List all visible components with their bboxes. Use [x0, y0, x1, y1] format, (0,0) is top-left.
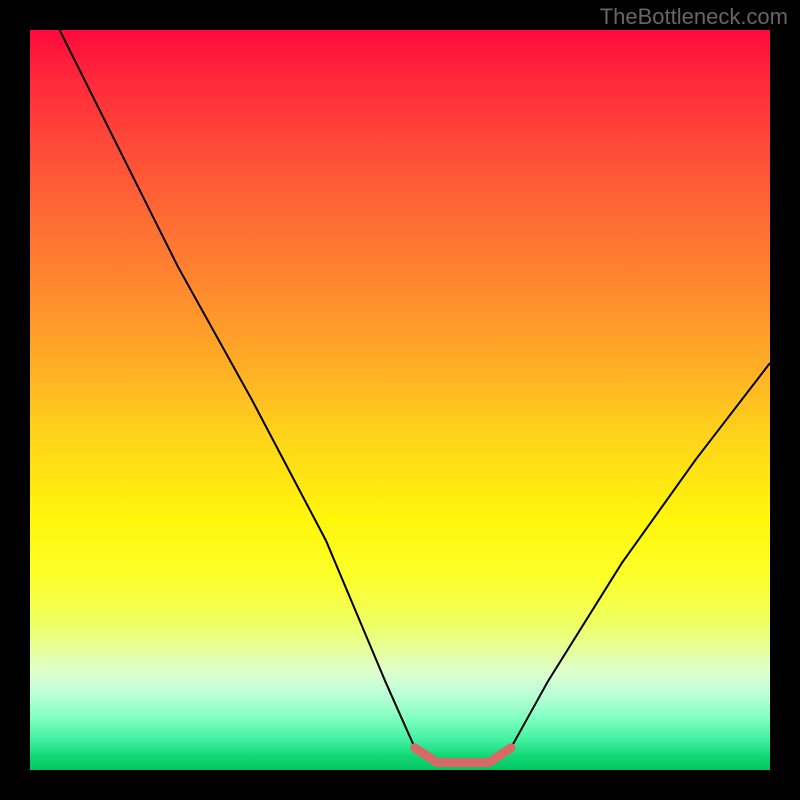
chart-svg	[30, 30, 770, 770]
watermark-text: TheBottleneck.com	[600, 4, 788, 30]
highlight-band-path	[415, 748, 511, 763]
bottleneck-curve-path	[60, 30, 770, 763]
chart-plot-area	[30, 30, 770, 770]
